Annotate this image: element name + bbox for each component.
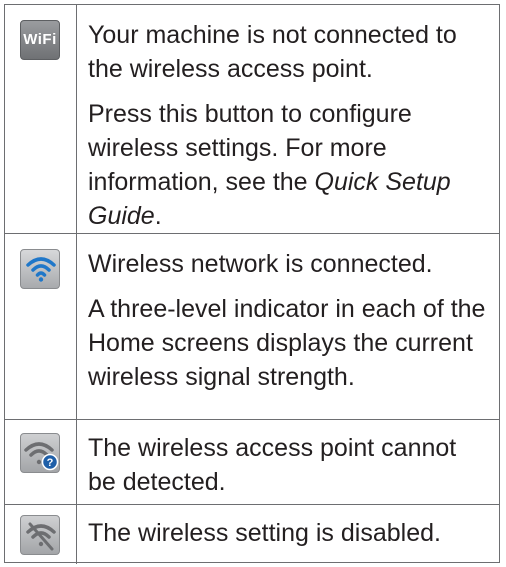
table-row-not-connected: WiFi Your machine is not connected to th… bbox=[5, 5, 499, 234]
wireless-status-table: WiFi Your machine is not connected to th… bbox=[4, 4, 500, 564]
description-text: Wireless network is connected. bbox=[88, 250, 433, 278]
description-text: The wireless access point cannot be dete… bbox=[88, 434, 457, 496]
description-cell: Your machine is not connected to the wir… bbox=[88, 18, 489, 233]
svg-text:?: ? bbox=[47, 457, 54, 469]
wifi-not-detected-icon[interactable]: ? bbox=[20, 433, 60, 473]
description-text: Your machine is not connected to the wir… bbox=[88, 21, 457, 83]
description-text: A three-level indicator in each of the H… bbox=[88, 295, 486, 391]
wifi-connected-icon[interactable] bbox=[20, 249, 60, 289]
description-cell: The wireless access point cannot be dete… bbox=[88, 431, 489, 499]
description-text: Press this button to configure wireless … bbox=[88, 100, 451, 230]
icon-cell: ? bbox=[5, 420, 77, 504]
table-row-not-detected: ? The wireless access point cannot be de… bbox=[5, 420, 499, 505]
table-row-disabled: The wireless setting is disabled. bbox=[5, 505, 499, 564]
icon-cell bbox=[5, 505, 77, 564]
table-row-connected: Wireless network is connected. A three-l… bbox=[5, 234, 499, 420]
description-cell: The wireless setting is disabled. bbox=[88, 516, 489, 550]
icon-cell bbox=[5, 234, 77, 419]
wifi-setup-icon[interactable]: WiFi bbox=[20, 20, 60, 60]
icon-cell: WiFi bbox=[5, 5, 77, 233]
wifi-icon-label: WiFi bbox=[23, 31, 57, 48]
description-cell: Wireless network is connected. A three-l… bbox=[88, 247, 489, 394]
wifi-disabled-icon[interactable] bbox=[20, 515, 60, 555]
description-text: The wireless setting is disabled. bbox=[88, 519, 441, 547]
